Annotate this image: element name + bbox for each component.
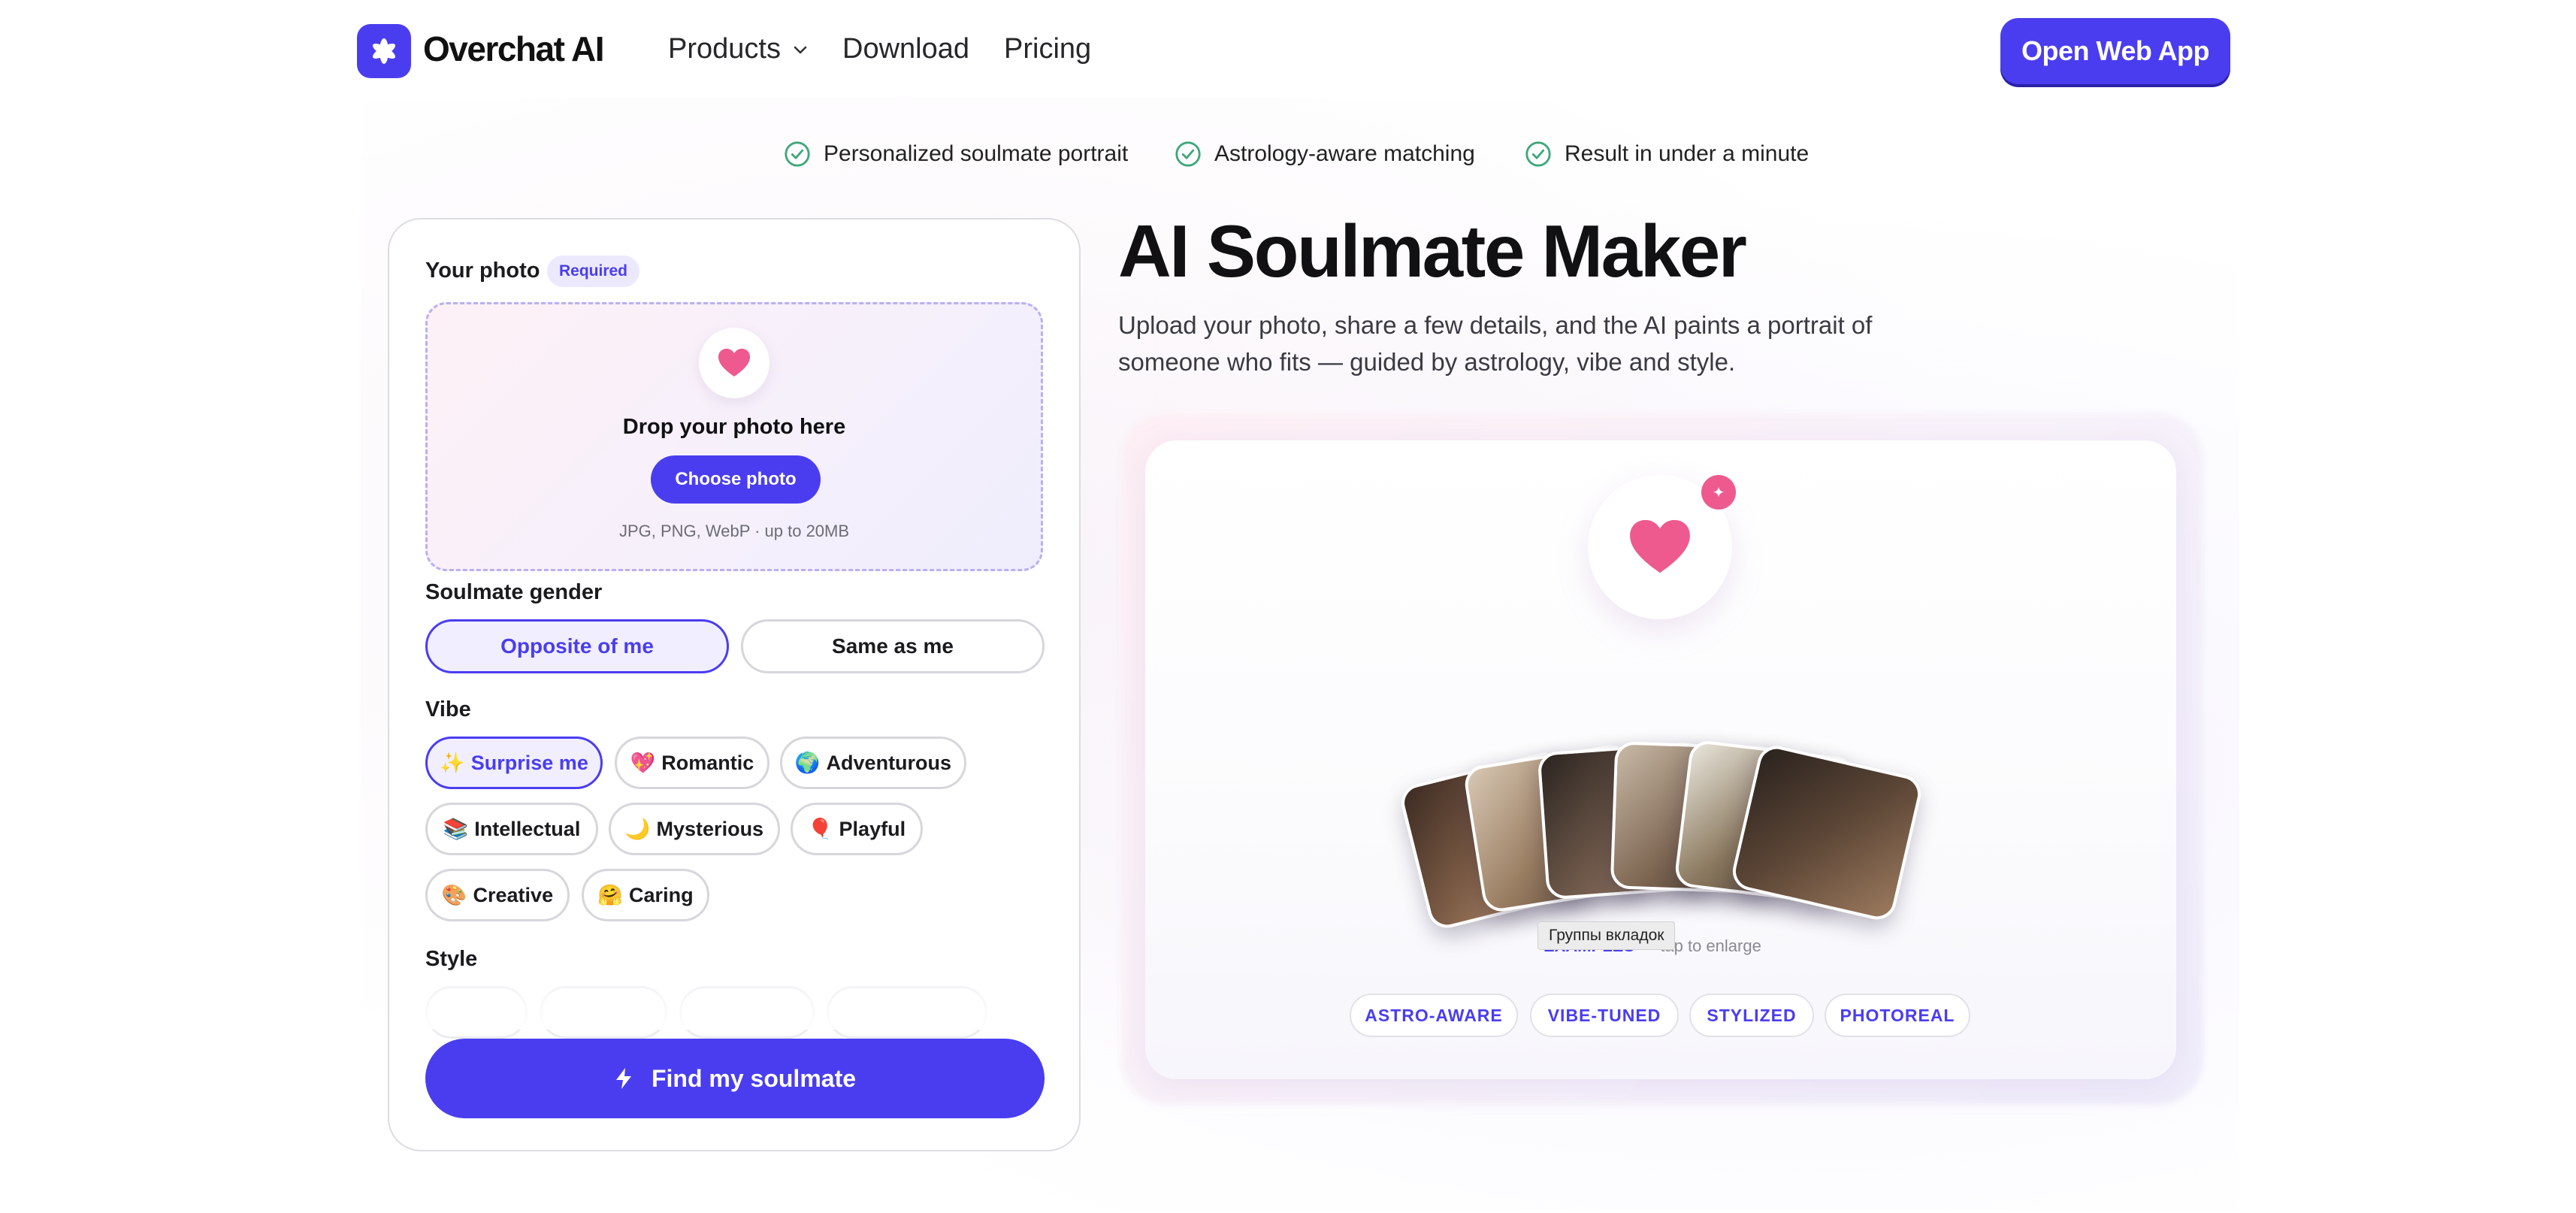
- books-icon: 📚: [443, 818, 469, 840]
- vibe-option-label: Mysterious: [656, 817, 764, 840]
- overchat-logo-icon[interactable]: [357, 24, 411, 78]
- dropzone-hint: JPG, PNG, WebP · up to 20MB: [618, 522, 850, 540]
- sparkles-icon: ✨: [440, 752, 465, 774]
- scroll-fade-overlay: [406, 969, 1067, 1030]
- gender-same-option[interactable]: Same as me: [741, 619, 1045, 673]
- vibe-option-adventurous[interactable]: 🌍 Adventurous: [780, 737, 966, 789]
- choose-photo-button[interactable]: Choose photo: [651, 455, 821, 504]
- vibe-label: Vibe: [425, 697, 471, 721]
- check-circle-icon: [785, 141, 810, 167]
- feature-item: Astrology-aware matching: [1174, 140, 1475, 168]
- gender-label: Soulmate gender: [425, 580, 603, 604]
- nav-download-link[interactable]: Download: [842, 33, 969, 65]
- page-description: Upload your photo, share a few details, …: [1118, 311, 1873, 376]
- globe-icon: 🌍: [794, 752, 821, 774]
- hug-icon: 🤗: [597, 884, 624, 906]
- check-circle-icon: [1525, 141, 1551, 167]
- vibe-option-label: Intellectual: [474, 817, 581, 840]
- open-web-app-button[interactable]: Open Web App: [2000, 18, 2230, 84]
- feature-tag-photoreal: PHOTOREAL: [1825, 994, 1970, 1037]
- top-navigation: Overchat AI Products Download Pricing Op…: [0, 0, 2576, 101]
- feature-tag-stylized: STYLIZED: [1689, 994, 1814, 1037]
- heart-emoji-icon: 💖: [630, 752, 656, 774]
- page-title: AI Soulmate Maker: [1118, 210, 1747, 292]
- vibe-option-romantic[interactable]: 💖 Romantic: [615, 737, 769, 789]
- vibe-option-label: Caring: [629, 883, 694, 906]
- feature-label: Personalized soulmate portrait: [824, 141, 1129, 166]
- moon-icon: 🌙: [624, 818, 651, 840]
- required-badge: Required: [547, 256, 640, 287]
- tooltip: Группы вкладок: [1537, 921, 1676, 950]
- vibe-option-label: Playful: [839, 817, 906, 840]
- feature-item: Personalized soulmate portrait: [783, 140, 1128, 168]
- feature-label: Astrology-aware matching: [1214, 141, 1475, 166]
- palette-icon: 🎨: [441, 884, 467, 906]
- vibe-option-playful[interactable]: 🎈 Playful: [791, 803, 923, 855]
- nav-products-label: Products: [668, 33, 781, 65]
- cta-label: Find my soulmate: [651, 1064, 857, 1092]
- vibe-option-label: Creative: [473, 883, 554, 906]
- nav-products-menu[interactable]: Products: [668, 33, 809, 65]
- feature-item: Result in under a minute: [1524, 140, 1809, 168]
- vibe-option-surprise-me[interactable]: ✨ Surprise me: [425, 737, 603, 789]
- heart-icon: [699, 328, 769, 398]
- feature-tag-astro-aware: ASTRO-AWARE: [1350, 994, 1518, 1037]
- style-label: Style: [425, 947, 478, 971]
- vibe-option-intellectual[interactable]: 📚 Intellectual: [425, 803, 598, 855]
- vibe-option-caring[interactable]: 🤗 Caring: [582, 869, 709, 921]
- vibe-option-creative[interactable]: 🎨 Creative: [425, 869, 570, 921]
- feature-label: Result in under a minute: [1565, 141, 1810, 166]
- photo-label: Your photo: [425, 259, 540, 283]
- vibe-option-label: Adventurous: [826, 751, 952, 774]
- dropzone-title: Drop your photo here: [622, 415, 846, 439]
- vibe-option-label: Surprise me: [470, 751, 588, 774]
- check-circle-icon: [1175, 141, 1201, 167]
- brand-name[interactable]: Overchat AI: [423, 29, 605, 69]
- chevron-down-icon: [794, 46, 807, 53]
- nav-pricing-link[interactable]: Pricing: [1004, 33, 1091, 65]
- find-my-soulmate-button[interactable]: Find my soulmate: [425, 1039, 1045, 1118]
- lightning-icon: [615, 1068, 631, 1089]
- feature-tag-vibe-tuned: VIBE-TUNED: [1530, 994, 1679, 1037]
- vibe-option-mysterious[interactable]: 🌙 Mysterious: [609, 803, 780, 855]
- balloon-icon: 🎈: [807, 818, 833, 840]
- gender-opposite-option[interactable]: Opposite of me: [425, 619, 729, 673]
- sparkle-badge-icon: ✦: [1701, 475, 1736, 510]
- vibe-option-label: Romantic: [661, 751, 754, 774]
